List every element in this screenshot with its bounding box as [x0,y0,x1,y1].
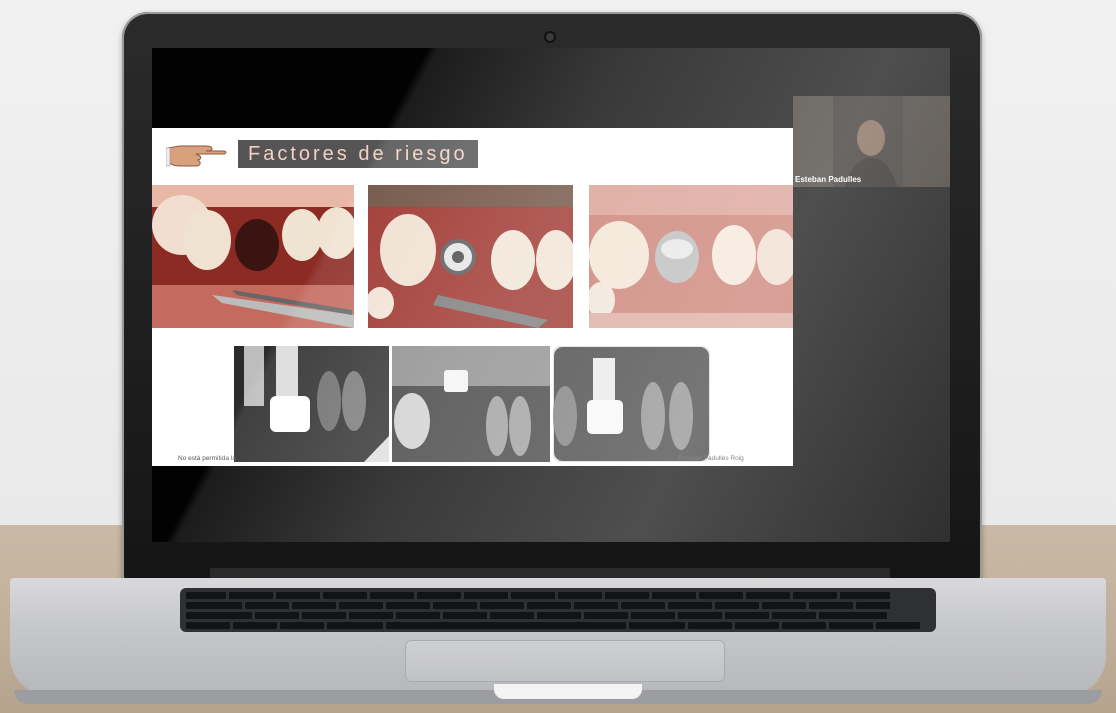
trackpad[interactable] [405,640,725,682]
radiograph-final-restoration [553,346,710,462]
webcam-thumbnail[interactable]: Esteban Padulles [793,96,950,187]
radiograph-healing-abutment [392,346,550,462]
footer-author-text: Esteban Padullés Roig [678,455,744,462]
clinical-photo-extraction-socket [152,185,354,328]
presentation-slide: Factores de riesgo No está permitida la … [152,128,793,466]
laptop-screen: Factores de riesgo No está permitida la … [152,48,950,542]
clinical-photo-implant-placed [368,185,573,328]
radiograph-strip [234,346,710,462]
webcam-lens-icon [546,33,554,41]
pointing-hand-icon [166,145,227,167]
footer-copyright-text: No está permitida la [178,455,236,462]
radiograph-implant-crown [234,346,389,462]
participant-video [793,96,950,187]
keyboard-row [186,592,890,599]
clinical-photo-healing-abutment [589,185,793,328]
keyboard-row [186,622,920,629]
participant-name-label: Esteban Padulles [795,175,862,184]
keyboard-row [186,612,887,619]
slide-title: Factores de riesgo [238,140,478,168]
slide-footer: No está permitida la Esteban Padullés Ro… [178,455,768,462]
lid-opening-notch [494,684,642,700]
keyboard [180,588,936,632]
keyboard-row [186,602,890,609]
